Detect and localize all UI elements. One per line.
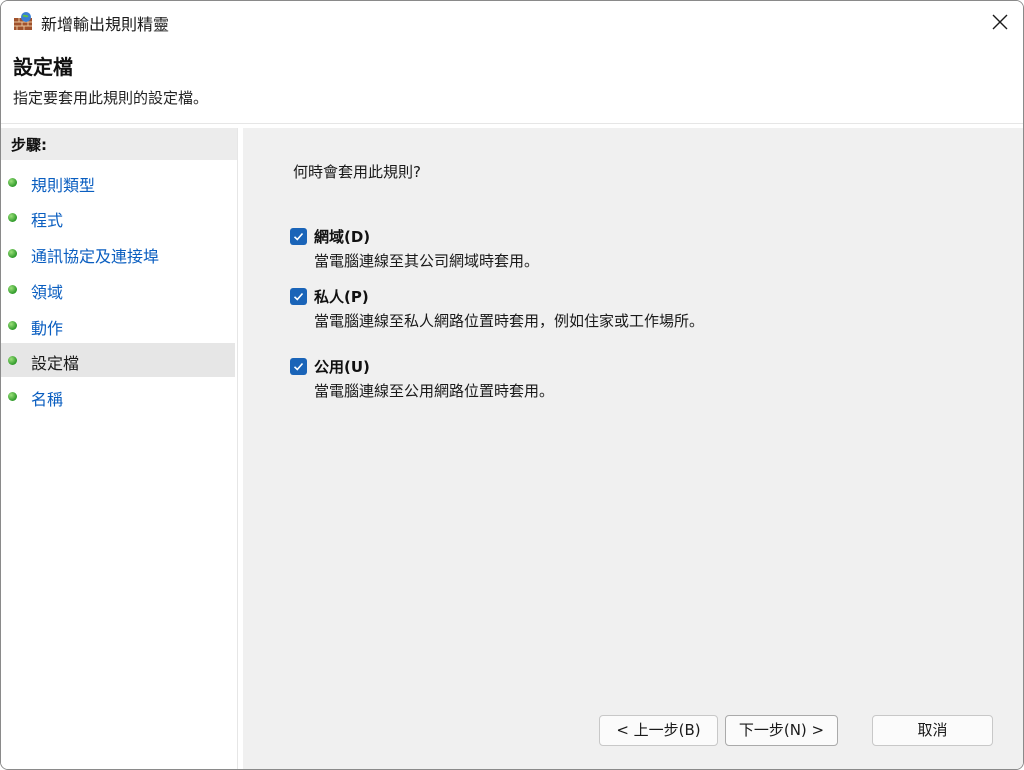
private-label[interactable]: 私人(P) xyxy=(314,286,369,307)
steps-heading: 步驟: xyxy=(1,128,237,160)
step-bullet-icon xyxy=(8,356,17,365)
domain-checkbox[interactable] xyxy=(290,228,307,245)
private-checkbox[interactable] xyxy=(290,288,307,305)
sidebar-item-label: 動作 xyxy=(31,319,64,338)
check-icon xyxy=(293,362,304,371)
cancel-button[interactable]: 取消 xyxy=(872,715,993,746)
sidebar-item-label: 規則類型 xyxy=(31,176,96,195)
domain-label[interactable]: 網域(D) xyxy=(314,226,370,247)
page-header: 設定檔 指定要套用此規則的設定檔。 xyxy=(1,43,1023,124)
step-bullet-icon xyxy=(8,392,17,401)
sidebar-item-program[interactable]: 程式 xyxy=(1,200,235,234)
private-description: 當電腦連線至私人網路位置時套用，例如住家或工作場所。 xyxy=(314,312,705,330)
sidebar-item-label: 程式 xyxy=(31,211,64,230)
sidebar-item-label: 名稱 xyxy=(31,390,64,409)
window-title: 新增輸出規則精靈 xyxy=(41,15,170,34)
wizard-window: 新增輸出規則精靈 設定檔 指定要套用此規則的設定檔。 步驟: 規則類型 程式 通… xyxy=(0,0,1024,770)
step-bullet-icon xyxy=(8,321,17,330)
check-icon xyxy=(293,232,304,241)
step-bullet-icon xyxy=(8,213,17,222)
domain-description: 當電腦連線至其公司網域時套用。 xyxy=(314,252,540,270)
step-bullet-icon xyxy=(8,249,17,258)
next-button[interactable]: 下一步(N) > xyxy=(725,715,838,746)
sidebar-item-label: 通訊協定及連接埠 xyxy=(31,247,160,266)
step-bullet-icon xyxy=(8,285,17,294)
close-icon xyxy=(992,14,1008,30)
public-checkbox[interactable] xyxy=(290,358,307,375)
main-content: 何時會套用此規則? 網域(D) 當電腦連線至其公司網域時套用。 私人(P) 當電… xyxy=(243,128,1023,769)
sidebar-item-name[interactable]: 名稱 xyxy=(1,379,235,413)
step-bullet-icon xyxy=(8,178,17,187)
close-button[interactable] xyxy=(977,1,1023,43)
sidebar-item-profile[interactable]: 設定檔 xyxy=(1,343,235,377)
page-subtitle: 指定要套用此規則的設定檔。 xyxy=(13,89,209,107)
sidebar-item-label: 領域 xyxy=(31,283,64,302)
sidebar-item-label: 設定檔 xyxy=(31,354,80,373)
check-icon xyxy=(293,292,304,301)
firewall-icon xyxy=(13,11,33,31)
question-text: 何時會套用此規則? xyxy=(293,163,421,181)
steps-sidebar: 步驟: 規則類型 程式 通訊協定及連接埠 領域 動作 設定檔 名稱 xyxy=(1,128,238,769)
sidebar-item-scope[interactable]: 領域 xyxy=(1,272,235,306)
steps-heading-label: 步驟: xyxy=(11,136,47,154)
page-title: 設定檔 xyxy=(13,55,73,79)
public-label[interactable]: 公用(U) xyxy=(314,356,370,377)
sidebar-item-action[interactable]: 動作 xyxy=(1,308,235,342)
title-bar: 新增輸出規則精靈 xyxy=(1,1,1023,43)
sidebar-item-rule-type[interactable]: 規則類型 xyxy=(1,165,235,199)
public-description: 當電腦連線至公用網路位置時套用。 xyxy=(314,382,555,400)
sidebar-item-protocol-ports[interactable]: 通訊協定及連接埠 xyxy=(1,236,235,270)
back-button[interactable]: < 上一步(B) xyxy=(599,715,718,746)
